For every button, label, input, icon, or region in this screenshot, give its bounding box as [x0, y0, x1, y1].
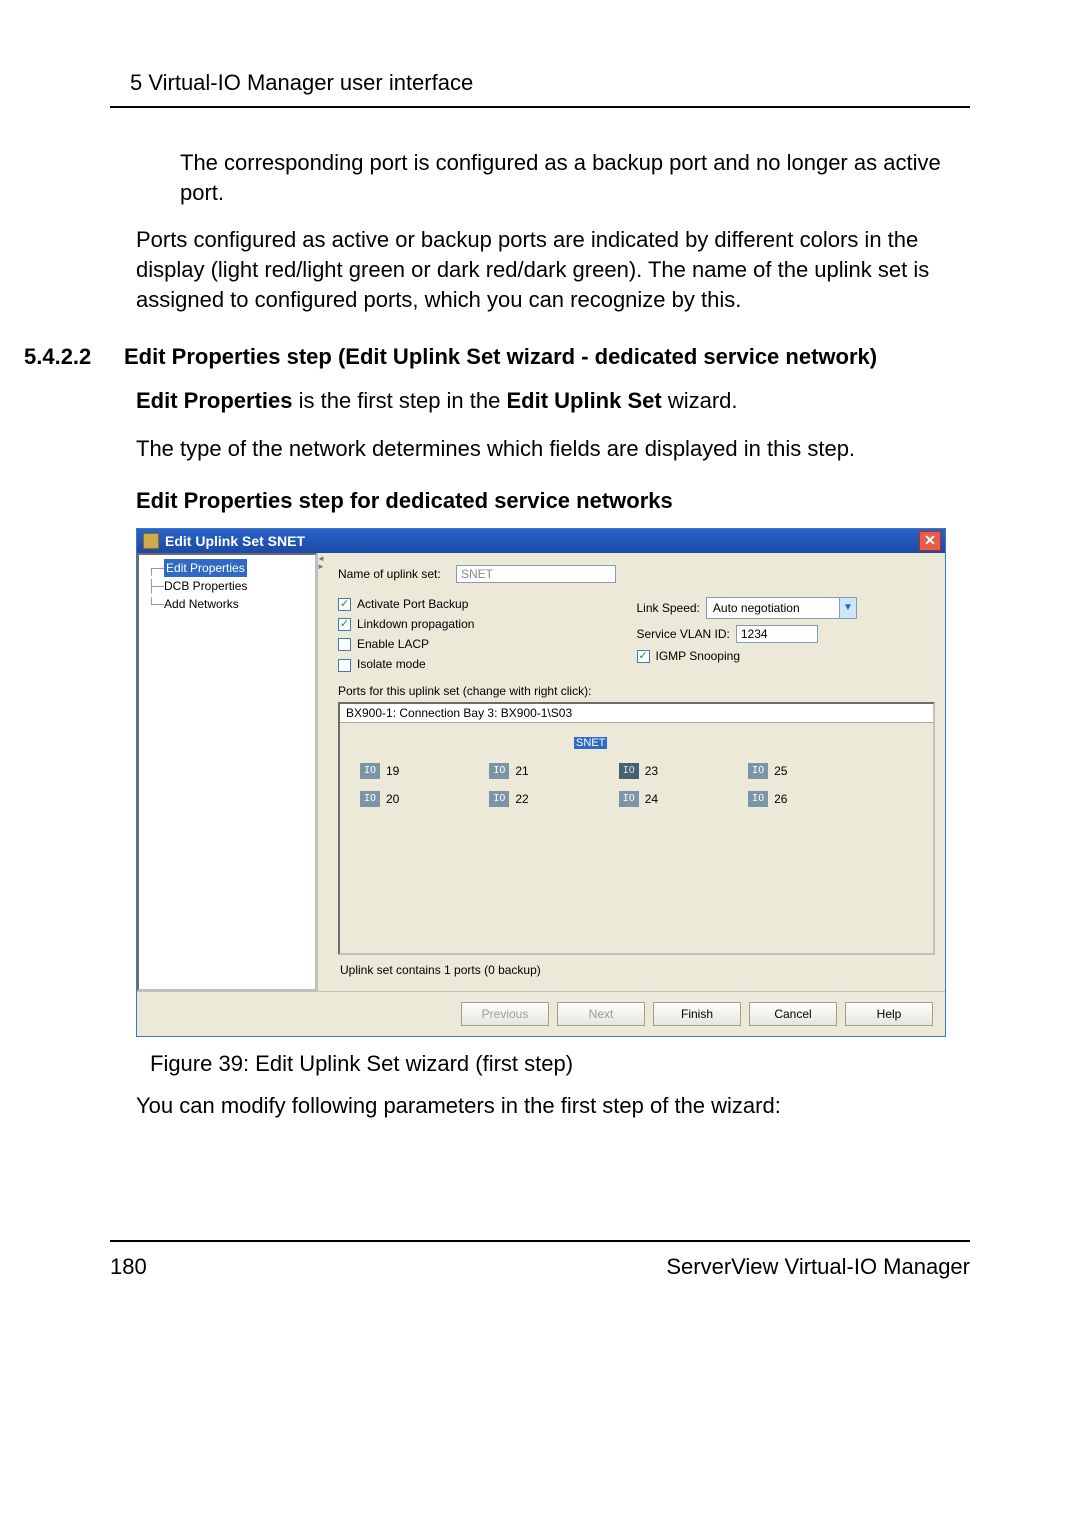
- checkbox-icon: [338, 618, 351, 631]
- port-io-icon: IO: [489, 791, 509, 807]
- sub-heading-edit-props-dedicated: Edit Properties step for dedicated servi…: [136, 488, 970, 514]
- activate-port-backup-checkbox[interactable]: Activate Port Backup: [338, 597, 637, 611]
- checkbox-icon: [338, 638, 351, 651]
- para-ports-colors: Ports configured as active or backup por…: [110, 225, 970, 314]
- port-22[interactable]: IO22: [489, 791, 528, 807]
- tree-item-add-networks[interactable]: Add Networks: [164, 597, 239, 611]
- splitter[interactable]: ◄►: [317, 553, 324, 991]
- chevron-down-icon: ▼: [839, 598, 856, 618]
- port-20[interactable]: IO20: [360, 791, 399, 807]
- help-button[interactable]: Help: [845, 1002, 933, 1026]
- page-number: 180: [110, 1254, 147, 1280]
- wizard-main-panel: Name of uplink set: SNET Activate Port B…: [324, 553, 945, 991]
- window-titlebar: Edit Uplink Set SNET ✕: [137, 529, 945, 553]
- enable-lacp-checkbox[interactable]: Enable LACP: [338, 637, 637, 651]
- port-io-icon: IO: [360, 763, 380, 779]
- section-number: 5.4.2.2: [10, 344, 124, 370]
- port-io-icon: IO: [748, 763, 768, 779]
- para-type-determines: The type of the network determines which…: [136, 434, 970, 464]
- figure-caption: Figure 39: Edit Uplink Set wizard (first…: [150, 1051, 970, 1077]
- linkdown-propagation-checkbox[interactable]: Linkdown propagation: [338, 617, 637, 631]
- section-title: Edit Properties step (Edit Uplink Set wi…: [124, 342, 970, 372]
- port-io-icon: IO: [619, 763, 639, 779]
- checkbox-icon: [338, 659, 351, 672]
- port-25[interactable]: IO25: [748, 763, 787, 779]
- linkdown-propagation-label: Linkdown propagation: [357, 617, 474, 631]
- link-speed-label: Link Speed:: [637, 601, 700, 615]
- service-vlan-label: Service VLAN ID:: [637, 627, 730, 641]
- igmp-snooping-label: IGMP Snooping: [656, 649, 741, 663]
- previous-button[interactable]: Previous: [461, 1002, 549, 1026]
- product-name: ServerView Virtual-IO Manager: [666, 1254, 970, 1280]
- edit-uplink-bold: Edit Uplink Set: [506, 388, 661, 413]
- window-title: Edit Uplink Set SNET: [165, 533, 305, 549]
- cancel-button[interactable]: Cancel: [749, 1002, 837, 1026]
- service-vlan-input[interactable]: 1234: [736, 625, 818, 643]
- tree-connector: ├─: [147, 579, 164, 593]
- checkbox-icon: [338, 598, 351, 611]
- port-io-icon: IO: [360, 791, 380, 807]
- chapter-header: 5 Virtual-IO Manager user interface: [110, 60, 970, 108]
- wizard-window: Edit Uplink Set SNET ✕ ┌─Edit Properties…: [136, 528, 946, 1037]
- tree-item-edit-properties[interactable]: Edit Properties: [164, 559, 247, 577]
- isolate-mode-checkbox[interactable]: Isolate mode: [338, 657, 637, 671]
- txt-tail: wizard.: [662, 388, 738, 413]
- app-icon: [143, 533, 159, 549]
- port-26[interactable]: IO26: [748, 791, 787, 807]
- activate-port-backup-label: Activate Port Backup: [357, 597, 468, 611]
- ports-panel: BX900-1: Connection Bay 3: BX900-1\S03 S…: [338, 702, 935, 955]
- uplink-name-label: Name of uplink set:: [338, 567, 456, 581]
- port-io-icon: IO: [619, 791, 639, 807]
- ports-label: Ports for this uplink set (change with r…: [338, 684, 935, 698]
- ports-connection-tab[interactable]: BX900-1: Connection Bay 3: BX900-1\S03: [340, 704, 933, 723]
- finish-button[interactable]: Finish: [653, 1002, 741, 1026]
- wizard-steps-tree: ┌─Edit Properties ├─DCB Properties └─Add…: [137, 553, 317, 991]
- checkbox-icon: [637, 650, 650, 663]
- wizard-footer: Previous Next Finish Cancel Help: [137, 991, 945, 1036]
- para-first-step: Edit Properties is the first step in the…: [136, 386, 970, 416]
- txt-mid: is the first step in the: [292, 388, 506, 413]
- tree-connector: ┌─: [147, 561, 164, 575]
- uplink-count-label: Uplink set contains 1 ports (0 backup): [338, 955, 935, 983]
- next-button[interactable]: Next: [557, 1002, 645, 1026]
- port-23[interactable]: IO23: [619, 763, 658, 779]
- port-19[interactable]: IO19: [360, 763, 399, 779]
- tree-item-dcb-properties[interactable]: DCB Properties: [164, 579, 247, 593]
- edit-properties-bold: Edit Properties: [136, 388, 292, 413]
- para-backup-port: The corresponding port is configured as …: [110, 148, 970, 207]
- link-speed-combo[interactable]: Auto negotiation ▼: [706, 597, 857, 619]
- port-io-icon: IO: [748, 791, 768, 807]
- para-modify-following: You can modify following parameters in t…: [136, 1091, 970, 1121]
- uplink-name-input[interactable]: SNET: [456, 565, 616, 583]
- snet-badge: SNET: [574, 737, 607, 749]
- close-icon[interactable]: ✕: [919, 531, 941, 551]
- page-footer: 180 ServerView Virtual-IO Manager: [110, 1240, 970, 1280]
- igmp-snooping-checkbox[interactable]: IGMP Snooping: [637, 649, 936, 663]
- tree-connector: └─: [147, 597, 164, 611]
- port-io-icon: IO: [489, 763, 509, 779]
- link-speed-value: Auto negotiation: [707, 598, 839, 618]
- enable-lacp-label: Enable LACP: [357, 637, 429, 651]
- port-24[interactable]: IO24: [619, 791, 658, 807]
- port-21[interactable]: IO21: [489, 763, 528, 779]
- isolate-mode-label: Isolate mode: [357, 657, 426, 671]
